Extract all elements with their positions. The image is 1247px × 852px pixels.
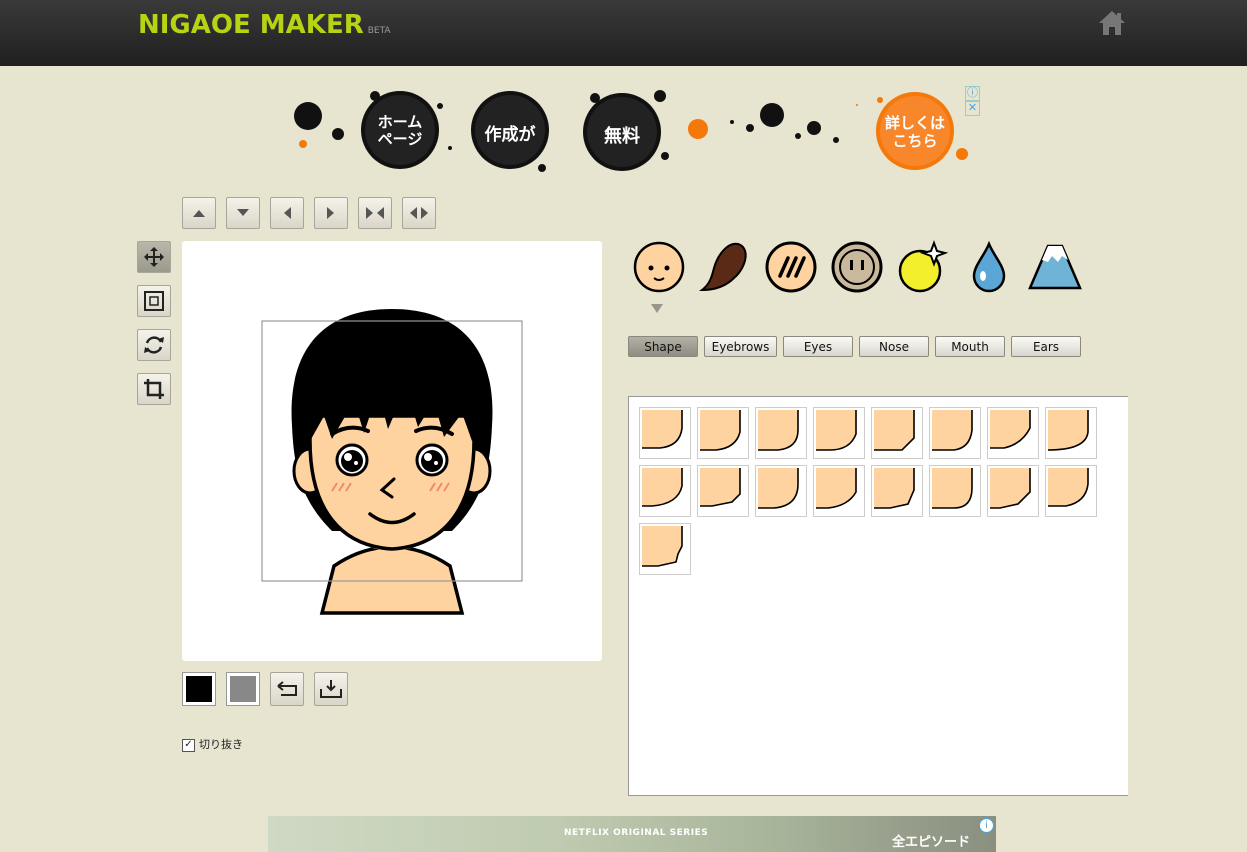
undo-button[interactable] (270, 672, 304, 706)
move-up-button[interactable] (182, 197, 216, 229)
checkbox-icon[interactable]: ✓ (182, 738, 195, 752)
tab-shape[interactable]: Shape (628, 336, 698, 357)
face-shape-icon (816, 468, 857, 509)
background-icon[interactable] (1026, 238, 1084, 296)
face-shape-icon (700, 468, 741, 507)
ad-bubble-homepage: ホーム ページ (377, 113, 423, 148)
rotate-tool[interactable] (137, 329, 171, 361)
face-shape-icon (874, 468, 915, 509)
face-shape-option[interactable] (1045, 407, 1097, 459)
narrow-button[interactable] (358, 197, 392, 229)
face-shape-icon (758, 468, 799, 509)
face-shape-option[interactable] (929, 407, 981, 459)
face-shape-option[interactable] (987, 465, 1039, 517)
face-shape-option[interactable] (813, 407, 865, 459)
highlight-icon[interactable] (894, 238, 952, 296)
face-shape-option[interactable] (697, 465, 749, 517)
crop-checkbox[interactable]: ✓ 切り抜き (182, 736, 243, 752)
compress-horizontal-icon (366, 207, 384, 219)
face-shape-option[interactable] (639, 407, 691, 459)
drawing-canvas[interactable] (182, 241, 602, 661)
ad-cta[interactable]: 詳しくは こちら (880, 114, 950, 150)
face-shape-option[interactable] (1045, 465, 1097, 517)
face-shape-option[interactable] (929, 465, 981, 517)
tab-mouth[interactable]: Mouth (935, 336, 1005, 357)
info-icon[interactable]: i (979, 818, 994, 833)
ad-episode-text: 全エピソード (892, 835, 971, 850)
parts-panel (628, 396, 1128, 796)
face-shape-option[interactable] (755, 465, 807, 517)
face-shape-option[interactable] (639, 523, 691, 575)
face-shape-icon (642, 410, 683, 449)
face-shape-option[interactable] (697, 407, 749, 459)
arrow-up-icon (193, 210, 205, 217)
tab-eyes[interactable]: Eyes (783, 336, 853, 357)
home-icon[interactable] (1097, 8, 1127, 38)
arrow-left-icon (284, 207, 291, 219)
drop-icon[interactable] (960, 238, 1018, 296)
face-shape-icon (990, 468, 1031, 509)
tab-eyebrows[interactable]: Eyebrows (704, 336, 777, 357)
face-shape-icon (1048, 468, 1089, 507)
crop-label: 切り抜き (199, 738, 243, 751)
tab-nose[interactable]: Nose (859, 336, 929, 357)
face-shape-icon (1047, 410, 1089, 451)
arrow-right-icon (327, 207, 334, 219)
face-shape-icon (990, 410, 1031, 449)
move-right-button[interactable] (314, 197, 348, 229)
face-shape-icon (932, 410, 973, 451)
crop-icon (144, 379, 164, 399)
face-shape-icon (932, 468, 973, 509)
ad-banner-top[interactable]: ホーム ページ 作成が 無料 詳しくは こちら (290, 86, 1000, 178)
face-shape-option[interactable] (987, 407, 1039, 459)
resize-tool[interactable] (137, 285, 171, 317)
move-tool[interactable] (137, 241, 171, 273)
face-shape-option[interactable] (755, 407, 807, 459)
rotate-icon (144, 336, 164, 354)
accessory-icon[interactable] (828, 238, 886, 296)
avatar-portrait[interactable] (182, 241, 602, 661)
move-left-button[interactable] (270, 197, 304, 229)
arrow-down-icon (237, 209, 249, 216)
save-button[interactable] (314, 672, 348, 706)
ad-brand-text: NETFLIX ORIGINAL SERIES (564, 828, 709, 838)
primary-color-swatch[interactable] (182, 672, 216, 706)
ad-controls[interactable]: ⓘ✕ (965, 86, 995, 116)
hair-icon[interactable] (696, 238, 754, 296)
ad-banner-bottom[interactable]: NETFLIX ORIGINAL SERIES 全エピソード i (268, 816, 996, 852)
info-icon[interactable]: ⓘ (965, 86, 980, 101)
resize-icon (144, 291, 164, 311)
tab-ears[interactable]: Ears (1011, 336, 1081, 357)
close-icon[interactable]: ✕ (965, 101, 980, 116)
widen-button[interactable] (402, 197, 436, 229)
logo[interactable]: NIGAOE MAKER BETA (138, 10, 391, 40)
move-icon (144, 247, 164, 267)
secondary-color-swatch[interactable] (226, 672, 260, 706)
undo-icon (277, 681, 297, 696)
face-shape-option[interactable] (813, 465, 865, 517)
move-down-button[interactable] (226, 197, 260, 229)
skin-texture-icon[interactable] (762, 238, 820, 296)
face-shape-option[interactable] (871, 465, 923, 517)
face-shape-option[interactable] (639, 465, 691, 517)
top-bar: NIGAOE MAKER BETA (0, 0, 1247, 66)
category-indicator-icon (651, 304, 663, 313)
beta-badge: BETA (367, 26, 391, 36)
ad-bubble-muryo: 無料 (604, 126, 640, 147)
face-shape-icon (758, 410, 799, 451)
face-shape-icon (874, 410, 915, 451)
face-shape-icon (700, 410, 741, 451)
face-shape-icon (642, 468, 683, 507)
expand-horizontal-icon (410, 207, 428, 219)
face-shape-icon (816, 410, 857, 451)
face-icon[interactable] (630, 238, 688, 296)
face-shape-option[interactable] (871, 407, 923, 459)
face-shape-icon (642, 526, 683, 567)
download-icon (320, 680, 342, 698)
ad-bubble-sakusei: 作成が (484, 125, 536, 145)
crop-tool[interactable] (137, 373, 171, 405)
